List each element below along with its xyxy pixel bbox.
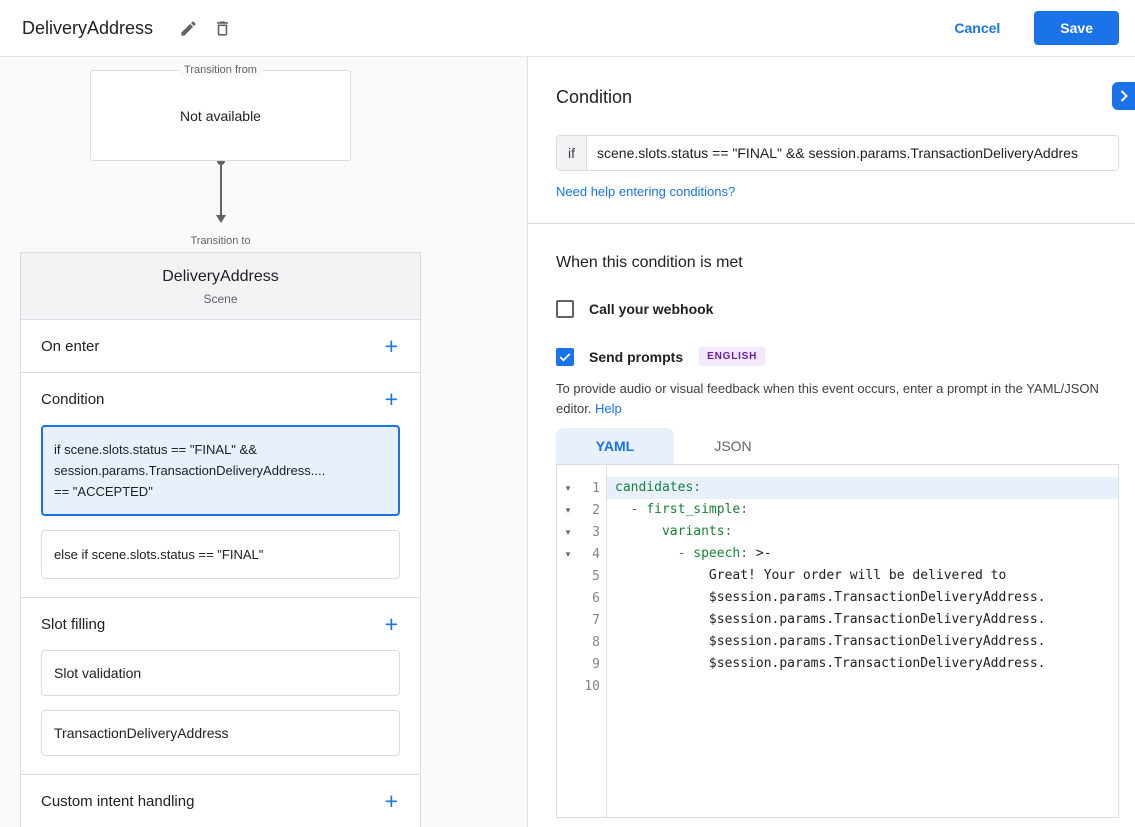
custom-intent-section: Custom intent handling + xyxy=(21,775,420,827)
slot-items: Slot validation TransactionDeliveryAddres… xyxy=(21,650,420,774)
condition-heading: Condition xyxy=(556,87,1119,108)
code-line[interactable]: - first_simple: xyxy=(607,499,1118,521)
line-number: 4 xyxy=(579,547,606,562)
fold-arrow-icon[interactable]: ▾ xyxy=(557,483,579,494)
left-panel: Transition from Not available Transition… xyxy=(0,57,528,827)
scene-card: DeliveryAddress Scene On enter + Conditi… xyxy=(20,252,421,827)
when-met-heading: When this condition is met xyxy=(556,254,1119,272)
chevron-right-icon xyxy=(1120,90,1128,102)
save-button[interactable]: Save xyxy=(1034,11,1119,45)
transition-from-value: Not available xyxy=(180,108,261,124)
scene-name: DeliveryAddress xyxy=(21,268,420,286)
on-enter-section: On enter + xyxy=(21,320,420,373)
code-line[interactable]: $session.params.TransactionDeliveryAddre… xyxy=(607,587,1118,609)
line-number: 5 xyxy=(579,569,606,584)
condition-item[interactable]: else if scene.slots.status == "FINAL" xyxy=(41,530,400,579)
cancel-button[interactable]: Cancel xyxy=(950,12,1004,44)
code-line[interactable] xyxy=(607,675,1118,697)
transition-from-box: Transition from Not available xyxy=(90,70,351,161)
line-number: 3 xyxy=(579,525,606,540)
fold-arrow-icon[interactable]: ▾ xyxy=(557,527,579,538)
scene-type: Scene xyxy=(21,292,420,306)
line-number: 2 xyxy=(579,503,606,518)
code-line[interactable]: candidates: xyxy=(607,477,1118,499)
transition-from-label: Transition from xyxy=(178,64,263,76)
condition-section-label: Condition xyxy=(41,391,104,408)
if-label: if xyxy=(557,136,587,170)
on-enter-label: On enter xyxy=(41,338,99,355)
flow-diagram: Transition from Not available Transition… xyxy=(20,70,421,827)
transition-to-label: Transition to xyxy=(20,235,421,247)
flow-arrow xyxy=(20,157,421,223)
check-icon xyxy=(558,350,572,364)
yaml-editor[interactable]: ▾1▾2▾3▾45678910 candidates: - first_simp… xyxy=(556,464,1119,818)
scene-card-header[interactable]: DeliveryAddress Scene xyxy=(21,253,420,320)
line-number: 8 xyxy=(579,635,606,650)
pencil-icon xyxy=(179,19,198,38)
collapse-panel-button[interactable] xyxy=(1112,82,1135,110)
slot-item[interactable]: TransactionDeliveryAddress xyxy=(41,710,400,756)
add-slot-button[interactable]: + xyxy=(383,615,400,633)
webhook-row: Call your webhook xyxy=(556,300,1119,318)
tab-json[interactable]: JSON xyxy=(674,428,792,464)
slot-filling-section: Slot filling + Slot validation Transactio… xyxy=(21,598,420,775)
condition-input[interactable] xyxy=(587,136,1118,170)
line-number: 6 xyxy=(579,591,606,606)
condition-items: if scene.slots.status == "FINAL" &&sessi… xyxy=(21,425,420,597)
fold-arrow-icon[interactable]: ▾ xyxy=(557,505,579,516)
send-prompts-checkbox[interactable] xyxy=(556,348,574,366)
code-line[interactable]: $session.params.TransactionDeliveryAddre… xyxy=(607,609,1118,631)
add-on-enter-button[interactable]: + xyxy=(383,337,400,355)
tab-yaml[interactable]: YAML xyxy=(556,428,674,464)
section-divider xyxy=(528,223,1135,224)
right-panel: Condition if Need help entering conditio… xyxy=(528,57,1135,827)
line-number: 1 xyxy=(579,481,606,496)
condition-section: Condition + if scene.slots.status == "FI… xyxy=(21,373,420,598)
delete-scene-button[interactable] xyxy=(205,11,239,45)
condition-item[interactable]: if scene.slots.status == "FINAL" &&sessi… xyxy=(41,425,400,516)
send-prompts-label: Send prompts xyxy=(589,349,683,365)
fold-arrow-icon[interactable]: ▾ xyxy=(557,549,579,560)
arrow-down-icon xyxy=(216,215,226,223)
line-number: 7 xyxy=(579,613,606,628)
language-badge: ENGLISH xyxy=(699,347,765,366)
trash-icon xyxy=(213,19,232,38)
send-prompts-row: Send prompts ENGLISH xyxy=(556,347,1119,366)
editor-tabs: YAMLJSON xyxy=(556,428,1119,464)
code-line[interactable]: $session.params.TransactionDeliveryAddre… xyxy=(607,631,1118,653)
line-number: 10 xyxy=(579,679,606,694)
webhook-label: Call your webhook xyxy=(589,301,713,317)
code-line[interactable]: $session.params.TransactionDeliveryAddre… xyxy=(607,653,1118,675)
code-line[interactable]: - speech: >- xyxy=(607,543,1118,565)
condition-input-row: if xyxy=(556,135,1119,171)
page-title: DeliveryAddress xyxy=(22,18,153,39)
editor-code[interactable]: candidates: - first_simple: variants: - … xyxy=(607,465,1118,817)
slot-filling-label: Slot filling xyxy=(41,616,105,633)
editor-gutter: ▾1▾2▾3▾45678910 xyxy=(557,465,607,817)
code-line[interactable]: variants: xyxy=(607,521,1118,543)
line-number: 9 xyxy=(579,657,606,672)
connector-line xyxy=(220,165,222,215)
add-condition-button[interactable]: + xyxy=(383,390,400,408)
add-custom-intent-button[interactable]: + xyxy=(383,792,400,810)
code-line[interactable]: Great! Your order will be delivered to xyxy=(607,565,1118,587)
edit-title-button[interactable] xyxy=(171,11,205,45)
custom-intent-label: Custom intent handling xyxy=(41,793,194,810)
conditions-help-link[interactable]: Need help entering conditions? xyxy=(556,184,735,199)
prompt-description: To provide audio or visual feedback when… xyxy=(556,379,1119,419)
prompt-description-text: To provide audio or visual feedback when… xyxy=(556,381,1099,416)
slot-item[interactable]: Slot validation xyxy=(41,650,400,696)
webhook-checkbox[interactable] xyxy=(556,300,574,318)
help-link[interactable]: Help xyxy=(595,401,622,416)
app-header: DeliveryAddress Cancel Save xyxy=(0,0,1135,57)
